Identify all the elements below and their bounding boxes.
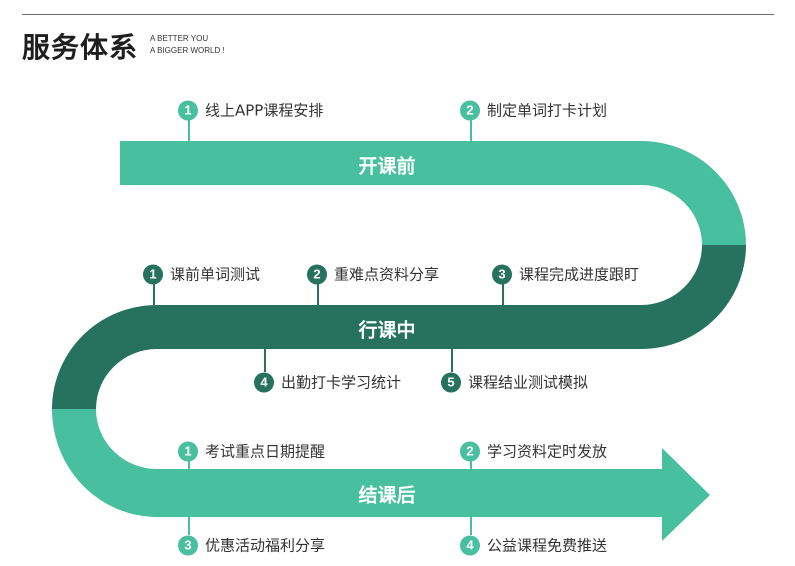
step-text: 课程完成进度跟盯 [519, 265, 640, 284]
list-item: 4 公益课程免费推送 [460, 535, 607, 556]
step-number-badge: 2 [307, 264, 327, 284]
stage-label-during: 行课中 [358, 319, 416, 342]
stage-label-before: 开课前 [358, 155, 416, 178]
step-number-badge: 1 [178, 100, 198, 120]
list-item: 5 课程结业测试模拟 [441, 372, 588, 393]
list-item: 2 重难点资料分享 [307, 264, 439, 285]
step-text: 重难点资料分享 [334, 265, 440, 284]
step-number-badge: 3 [492, 264, 512, 284]
list-item: 4 出勤打卡学习统计 [254, 372, 401, 393]
step-text: 课程结业测试模拟 [468, 373, 589, 392]
connector-tick [502, 284, 504, 305]
connector-tick [188, 120, 190, 141]
connector-tick [188, 517, 190, 535]
road-segment-after [52, 409, 710, 541]
step-text: 线上APP课程安排 [205, 101, 324, 120]
step-text: 优惠活动福利分享 [205, 536, 326, 555]
connector-tick [264, 349, 266, 372]
step-number-badge: 1 [178, 441, 198, 461]
step-text: 学习资料定时发放 [487, 442, 608, 461]
connector-tick [317, 284, 319, 305]
connector-tick [188, 461, 190, 469]
step-number-badge: 1 [143, 264, 163, 284]
list-item: 3 课程完成进度跟盯 [492, 264, 639, 285]
step-number-badge: 5 [441, 372, 461, 392]
list-item: 2 学习资料定时发放 [460, 441, 607, 462]
road-segment-before [120, 141, 746, 245]
step-number-badge: 2 [460, 100, 480, 120]
step-number-badge: 4 [254, 372, 274, 392]
list-item: 3 优惠活动福利分享 [178, 535, 325, 556]
list-item: 1 课前单词测试 [143, 264, 260, 285]
step-number-badge: 2 [460, 441, 480, 461]
connector-tick [470, 517, 472, 535]
list-item: 2 制定单词打卡计划 [460, 100, 607, 121]
connector-tick [470, 120, 472, 141]
step-text: 出勤打卡学习统计 [281, 373, 402, 392]
connector-tick [470, 461, 472, 469]
step-number-badge: 3 [178, 535, 198, 555]
stage-label-after: 结课后 [358, 484, 416, 507]
step-text: 制定单词打卡计划 [487, 101, 608, 120]
step-text: 课前单词测试 [170, 265, 261, 284]
connector-tick [451, 349, 453, 372]
step-text: 考试重点日期提醒 [205, 442, 326, 461]
list-item: 1 线上APP课程安排 [178, 100, 323, 121]
step-text: 公益课程免费推送 [487, 536, 608, 555]
list-item: 1 考试重点日期提醒 [178, 441, 325, 462]
connector-tick [153, 284, 155, 305]
step-number-badge: 4 [460, 535, 480, 555]
